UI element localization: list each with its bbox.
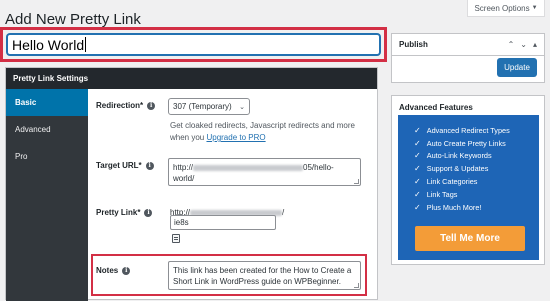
title-input[interactable]: Hello World	[7, 34, 380, 55]
list-item: ✓ Auto Create Pretty Links	[414, 137, 539, 150]
feature-label: Support & Updates	[426, 164, 489, 174]
tell-me-more-button[interactable]: Tell Me More	[415, 226, 525, 251]
checkmark-icon: ✓	[414, 164, 421, 174]
pretty-link-label-text: Pretty Link*	[96, 208, 141, 217]
list-item: ✓ Advanced Redirect Types	[414, 124, 539, 137]
publish-title: Publish	[399, 40, 428, 49]
chevron-down-icon: ⌄	[239, 103, 245, 111]
pretty-link-base-end: /	[282, 208, 285, 217]
page-title: Add New Pretty Link	[5, 11, 141, 28]
features-list: ✓ Advanced Redirect Types ✓ Auto Create Pr…	[398, 115, 539, 214]
copy-icon[interactable]	[172, 234, 180, 243]
advanced-features-box: Advanced Features ✓ Advanced Redirect Typ…	[391, 95, 545, 265]
chevron-up-icon[interactable]: ⌃	[508, 40, 515, 49]
checkmark-icon: ✓	[414, 189, 421, 199]
tab-basic[interactable]: Basic	[6, 89, 88, 116]
checkmark-icon: ✓	[414, 202, 421, 212]
list-item: ✓ Link Tags	[414, 188, 539, 201]
info-icon[interactable]: i	[144, 208, 153, 217]
redirection-help: Get cloaked redirects, Javascript redire…	[170, 120, 370, 144]
target-url-label: Target URL* i	[96, 161, 154, 170]
list-item: ✓ Auto-Link Keywords	[414, 150, 539, 163]
target-url-line2: world/	[173, 174, 195, 183]
redirection-label-text: Redirection*	[96, 101, 144, 110]
caret-up-icon[interactable]: ▴	[533, 40, 537, 49]
target-url-label-text: Target URL*	[96, 161, 142, 170]
pretty-link-slug-input[interactable]: ie8s	[170, 215, 276, 230]
info-icon[interactable]: i	[145, 161, 154, 170]
title-input-value: Hello World	[12, 36, 85, 53]
list-item: ✓ Plus Much More!	[414, 201, 539, 214]
advanced-features-panel: ✓ Advanced Redirect Types ✓ Auto Create Pr…	[398, 115, 539, 260]
title-highlight: Hello World	[0, 27, 387, 62]
update-button[interactable]: Update	[497, 58, 537, 77]
resize-handle[interactable]	[354, 179, 359, 184]
upgrade-to-pro-link[interactable]: Upgrade to PRO	[206, 133, 265, 142]
pretty-link-label: Pretty Link* i	[96, 208, 153, 217]
tab-pro[interactable]: Pro	[6, 143, 88, 170]
target-url-suffix: 05/hello-	[303, 163, 334, 172]
settings-tabs: Basic Advanced Pro	[6, 89, 88, 301]
checkmark-icon: ✓	[414, 151, 421, 161]
box-controls: ⌃ ⌄ ▴	[508, 40, 537, 49]
redirection-label: Redirection* i	[96, 101, 156, 110]
notes-value: This link has been created for the How t…	[173, 266, 352, 286]
target-url-prefix: http://	[173, 163, 194, 172]
settings-header: Pretty Link Settings	[6, 68, 377, 89]
feature-label: Link Tags	[426, 189, 458, 199]
feature-label: Auto Create Pretty Links	[426, 138, 506, 148]
redirection-select[interactable]: 307 (Temporary) ⌄	[168, 98, 250, 115]
publish-box: Publish ⌃ ⌄ ▴ Update	[391, 33, 545, 83]
notes-textarea[interactable]: This link has been created for the How t…	[168, 261, 361, 290]
feature-label: Advanced Redirect Types	[426, 125, 510, 135]
resize-handle[interactable]	[354, 283, 359, 288]
pretty-link-slug: ie8s	[174, 218, 189, 227]
screen-options-label: Screen Options	[474, 3, 530, 13]
feature-label: Link Categories	[426, 177, 478, 187]
info-icon[interactable]: i	[122, 266, 131, 275]
checkmark-icon: ✓	[414, 138, 421, 148]
publish-header: Publish ⌃ ⌄ ▴	[392, 34, 544, 56]
list-item: ✓ Support & Updates	[414, 162, 539, 175]
screen-options-button[interactable]: Screen Options ▼	[467, 0, 545, 17]
target-url-field[interactable]: http:// 05/hello- world/	[168, 158, 361, 186]
caret-down-icon: ▼	[531, 5, 538, 11]
tab-advanced[interactable]: Advanced	[6, 116, 88, 143]
checkmark-icon: ✓	[414, 125, 421, 135]
text-cursor	[85, 37, 87, 52]
notes-label-text: Notes	[96, 266, 119, 275]
redacted-url-blur	[193, 164, 304, 171]
feature-label: Plus Much More!	[426, 202, 482, 212]
checkmark-icon: ✓	[414, 177, 421, 187]
advanced-features-title: Advanced Features	[399, 102, 473, 112]
chevron-down-icon[interactable]: ⌄	[520, 40, 527, 49]
feature-label: Auto-Link Keywords	[426, 151, 492, 161]
redirection-selected: 307 (Temporary)	[173, 102, 232, 111]
info-icon[interactable]: i	[147, 101, 156, 110]
list-item: ✓ Link Categories	[414, 175, 539, 188]
notes-label: Notes i	[96, 266, 131, 275]
